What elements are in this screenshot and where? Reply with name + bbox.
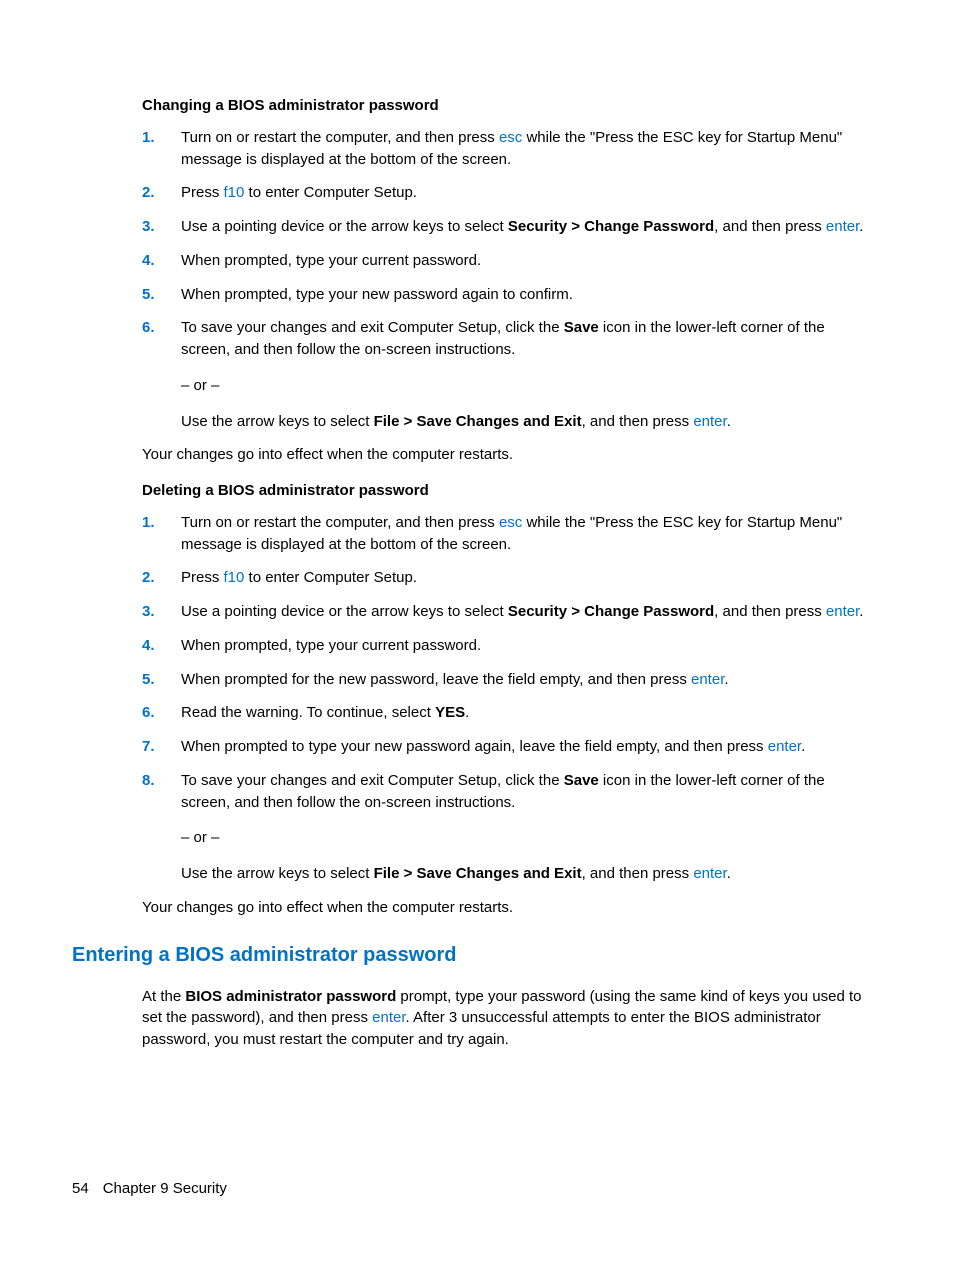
step-item: When prompted, type your new password ag…: [142, 284, 872, 306]
chapter-label: Chapter 9 Security: [103, 1180, 227, 1197]
steps-deleting: Turn on or restart the computer, and the…: [142, 512, 872, 885]
key-enter: enter: [372, 1009, 405, 1026]
step-item: To save your changes and exit Computer S…: [142, 770, 872, 885]
step-item: When prompted for the new password, leav…: [142, 669, 872, 691]
step-item: When prompted, type your current passwor…: [142, 635, 872, 657]
key-enter: enter: [691, 671, 724, 688]
key-f10: f10: [224, 184, 245, 201]
page-number: 54: [72, 1180, 89, 1197]
step-item: Use a pointing device or the arrow keys …: [142, 216, 872, 238]
key-esc: esc: [499, 514, 522, 531]
alt-instruction: Use the arrow keys to select File > Save…: [181, 863, 872, 885]
key-enter: enter: [826, 218, 859, 235]
key-f10: f10: [224, 569, 245, 586]
page-footer: 54 Chapter 9 Security: [72, 1178, 227, 1200]
steps-changing: Turn on or restart the computer, and the…: [142, 127, 872, 433]
subheading-changing: Changing a BIOS administrator password: [142, 95, 872, 117]
entering-paragraph: At the BIOS administrator password promp…: [142, 986, 872, 1051]
step-item: Turn on or restart the computer, and the…: [142, 127, 872, 171]
step-item: Turn on or restart the computer, and the…: [142, 512, 872, 556]
step-item: Read the warning. To continue, select YE…: [142, 702, 872, 724]
step-item: Press f10 to enter Computer Setup.: [142, 567, 872, 589]
key-esc: esc: [499, 129, 522, 146]
key-enter: enter: [693, 413, 726, 430]
step-item: When prompted to type your new password …: [142, 736, 872, 758]
step-item: Press f10 to enter Computer Setup.: [142, 182, 872, 204]
step-item: To save your changes and exit Computer S…: [142, 317, 872, 432]
step-item: Use a pointing device or the arrow keys …: [142, 601, 872, 623]
key-enter: enter: [693, 865, 726, 882]
or-separator: – or –: [181, 827, 872, 849]
after-note: Your changes go into effect when the com…: [142, 897, 872, 919]
key-enter: enter: [826, 603, 859, 620]
page-content: Changing a BIOS administrator password T…: [72, 95, 882, 1051]
or-separator: – or –: [181, 375, 872, 397]
subheading-deleting: Deleting a BIOS administrator password: [142, 480, 872, 502]
heading-entering: Entering a BIOS administrator password: [72, 941, 872, 970]
key-enter: enter: [768, 738, 801, 755]
step-item: When prompted, type your current passwor…: [142, 250, 872, 272]
alt-instruction: Use the arrow keys to select File > Save…: [181, 411, 872, 433]
after-note: Your changes go into effect when the com…: [142, 444, 872, 466]
